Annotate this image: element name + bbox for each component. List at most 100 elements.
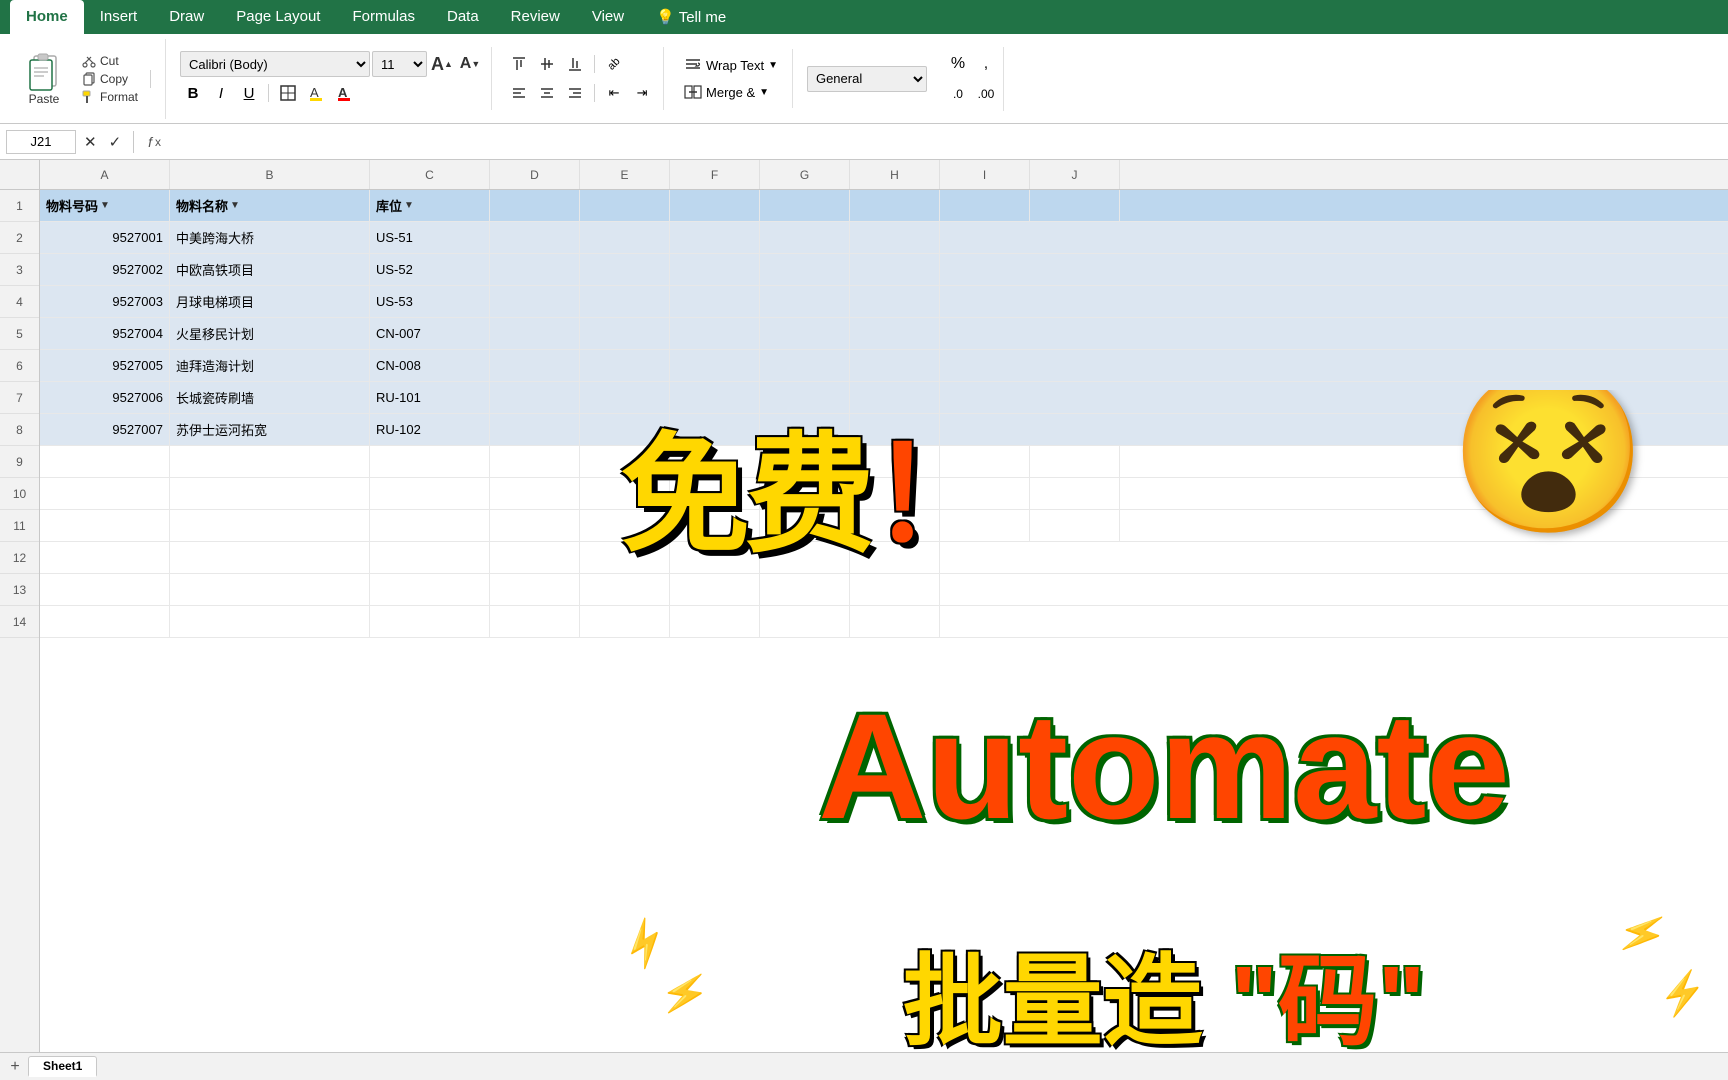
col-header-f[interactable]: F [670,160,760,189]
font-color-button[interactable]: A [331,80,357,106]
cell-e5[interactable] [580,318,670,349]
cell-b7[interactable]: 长城瓷砖刷墙 [170,382,370,413]
cell-e12[interactable] [580,542,670,573]
align-top-button[interactable] [506,51,532,77]
formula-input[interactable] [171,130,1722,154]
align-center-button[interactable] [534,80,560,106]
font-shrink-button[interactable]: A▼ [457,51,483,77]
cell-g6[interactable] [760,350,850,381]
font-size-selector[interactable]: 11 89101214161820 [372,51,427,77]
tab-page-layout[interactable]: Page Layout [220,0,336,34]
table-row[interactable]: 9527006 长城瓷砖刷墙 RU-101 [40,382,1728,414]
font-name-selector[interactable]: Calibri (Body) [180,51,370,77]
cell-e10[interactable] [580,478,670,509]
cell-a12[interactable] [40,542,170,573]
cell-f9[interactable] [670,446,760,477]
cell-h13[interactable] [850,574,940,605]
cell-b11[interactable] [170,510,370,541]
cell-h7[interactable] [850,382,940,413]
cell-e3[interactable] [580,254,670,285]
decrease-decimal-button[interactable]: .00 [973,81,999,107]
cell-f7[interactable] [670,382,760,413]
cell-f11[interactable] [670,510,760,541]
table-row[interactable] [40,478,1728,510]
align-right-button[interactable] [562,80,588,106]
cell-g2[interactable] [760,222,850,253]
cell-d10[interactable] [490,478,580,509]
cell-c9[interactable] [370,446,490,477]
cell-j1[interactable] [1030,190,1120,221]
cell-d4[interactable] [490,286,580,317]
table-row[interactable]: 物料号码 ▼ 物料名称 ▼ 库位 ▼ [40,190,1728,222]
filter-arrow-b[interactable]: ▼ [230,200,240,211]
cut-button[interactable]: Cut [78,53,142,69]
cell-c7[interactable]: RU-101 [370,382,490,413]
cell-a4[interactable]: 9527003 [40,286,170,317]
confirm-formula-icon[interactable]: ✓ [105,133,126,151]
cell-c1[interactable]: 库位 ▼ [370,190,490,221]
cell-b9[interactable] [170,446,370,477]
cell-f2[interactable] [670,222,760,253]
cell-f8[interactable] [670,414,760,445]
cell-h4[interactable] [850,286,940,317]
cell-h2[interactable] [850,222,940,253]
table-row[interactable]: 9527002 中欧高铁项目 US-52 [40,254,1728,286]
cell-d8[interactable] [490,414,580,445]
cell-h1[interactable] [850,190,940,221]
cell-e7[interactable] [580,382,670,413]
cell-b10[interactable] [170,478,370,509]
cell-a8[interactable]: 9527007 [40,414,170,445]
cell-i9[interactable] [940,446,1030,477]
cell-h5[interactable] [850,318,940,349]
cell-a2[interactable]: 9527001 [40,222,170,253]
cell-e8[interactable] [580,414,670,445]
cell-i11[interactable] [940,510,1030,541]
cell-a6[interactable]: 9527005 [40,350,170,381]
format-painter-button[interactable]: Format [78,89,142,105]
col-header-i[interactable]: I [940,160,1030,189]
table-row[interactable] [40,510,1728,542]
tab-insert[interactable]: Insert [84,0,154,34]
cell-g11[interactable] [760,510,850,541]
cell-h8[interactable] [850,414,940,445]
align-bottom-button[interactable] [562,51,588,77]
cell-a1[interactable]: 物料号码 ▼ [40,190,170,221]
cell-g12[interactable] [760,542,850,573]
text-orient-button[interactable]: ab [596,46,633,83]
wrap-text-button[interactable]: Wrap Text ▼ [678,53,784,77]
cell-g14[interactable] [760,606,850,637]
cell-d3[interactable] [490,254,580,285]
cell-h14[interactable] [850,606,940,637]
col-header-j[interactable]: J [1030,160,1120,189]
cell-c10[interactable] [370,478,490,509]
cell-d9[interactable] [490,446,580,477]
cell-g1[interactable] [760,190,850,221]
cell-f4[interactable] [670,286,760,317]
cell-g4[interactable] [760,286,850,317]
cell-h11[interactable] [850,510,940,541]
cell-e2[interactable] [580,222,670,253]
merge-center-button[interactable]: Merge & ▼ [678,80,775,104]
table-row[interactable] [40,446,1728,478]
font-grow-button[interactable]: A▲ [429,51,455,77]
cell-g9[interactable] [760,446,850,477]
tab-formulas[interactable]: Formulas [336,0,431,34]
col-header-g[interactable]: G [760,160,850,189]
cell-j10[interactable] [1030,478,1120,509]
underline-button[interactable]: U [236,80,262,106]
cell-b5[interactable]: 火星移民计划 [170,318,370,349]
cell-g8[interactable] [760,414,850,445]
cell-c14[interactable] [370,606,490,637]
cell-g7[interactable] [760,382,850,413]
cell-i10[interactable] [940,478,1030,509]
cell-f3[interactable] [670,254,760,285]
percent-button[interactable]: % [945,51,971,77]
cancel-formula-icon[interactable]: ✕ [80,133,101,151]
tab-view[interactable]: View [576,0,640,34]
cell-e1[interactable] [580,190,670,221]
cell-reference-input[interactable] [6,130,76,154]
cell-b6[interactable]: 迪拜造海计划 [170,350,370,381]
cell-h9[interactable] [850,446,940,477]
tab-review[interactable]: Review [495,0,576,34]
tab-home[interactable]: Home [10,0,84,34]
